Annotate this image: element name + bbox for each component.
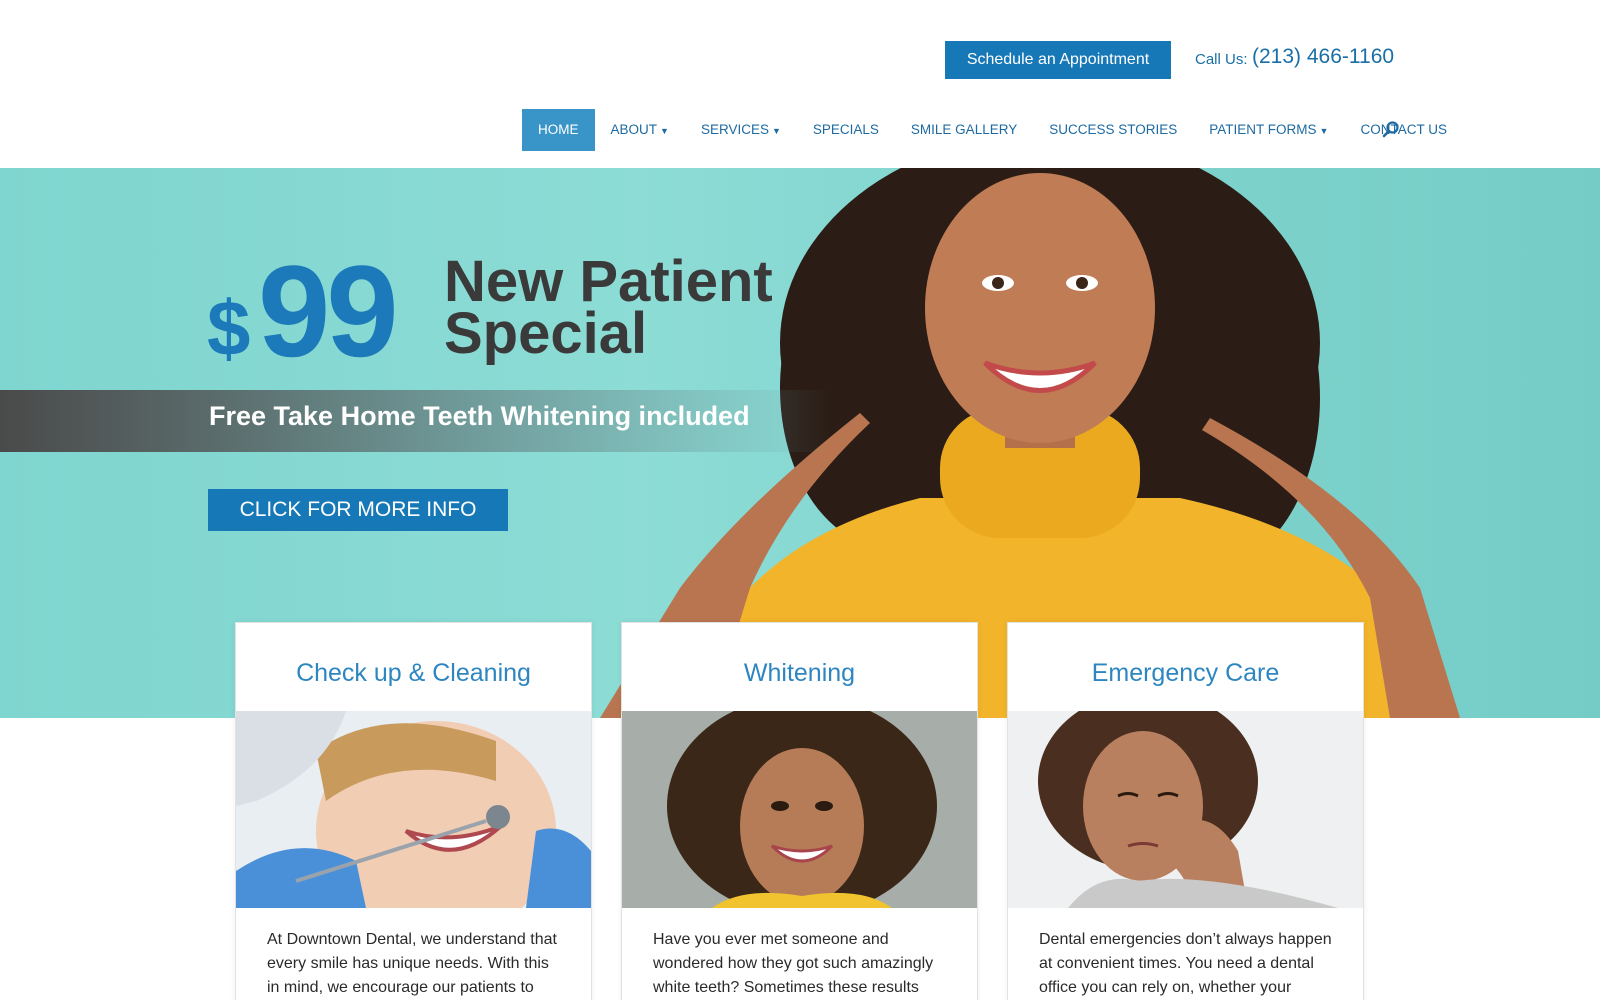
price-dollar-sign: $ — [207, 284, 251, 372]
card-text: Dental emergencies don’t always happen a… — [1039, 931, 1332, 996]
nav-item-about[interactable]: ABOUT ▼ — [595, 109, 685, 151]
promo-title: New Patient Special — [444, 253, 773, 366]
nav-item-label: HOME — [538, 122, 579, 137]
nav-item-patient-forms[interactable]: PATIENT FORMS ▼ — [1193, 109, 1344, 151]
nav-item-label: ABOUT — [610, 122, 658, 137]
nav-item-label: SPECIALS — [812, 122, 879, 137]
schedule-appointment-button[interactable]: Schedule an Appointment — [945, 41, 1171, 79]
caret-down-icon: ▼ — [660, 126, 669, 136]
card-title[interactable]: Emergency Care — [1008, 623, 1363, 711]
caret-down-icon: ▼ — [771, 126, 781, 136]
call-us-label: Call Us: — [1195, 51, 1248, 68]
nav-item-success-stories[interactable]: SUCCESS STORIES — [1033, 109, 1193, 151]
nav-item-services[interactable]: SERVICES ▼ — [685, 109, 797, 151]
checkup-photo — [236, 711, 591, 908]
service-card-checkup[interactable]: Check up & Cleaning At Downtown Dental, … — [235, 622, 592, 1000]
card-title[interactable]: Whitening — [622, 623, 977, 711]
nav-item-label: SERVICES — [700, 122, 769, 137]
search-icon[interactable] — [1382, 120, 1400, 138]
nav-item-specials[interactable]: SPECIALS — [797, 109, 895, 151]
card-title[interactable]: Check up & Cleaning — [236, 623, 591, 711]
nav-item-label: CONTACT US — [1360, 122, 1447, 137]
nav-item-label: PATIENT FORMS — [1209, 122, 1317, 137]
card-text: Have you ever met someone and wondered h… — [653, 931, 934, 996]
service-card-whitening[interactable]: Whitening Have you ever met someone and … — [621, 622, 978, 1000]
site-header: Schedule an Appointment Call Us: (213) 4… — [0, 0, 1600, 168]
promo-stripe-text: Free Take Home Teeth Whitening included — [209, 401, 750, 431]
card-text: At Downtown Dental, we understand that e… — [267, 931, 557, 996]
emergency-photo — [1008, 711, 1363, 908]
price-amount: 99 — [258, 238, 399, 384]
nav-item-label: SMILE GALLERY — [910, 122, 1018, 137]
whitening-photo — [622, 711, 977, 908]
nav-item-label: SUCCESS STORIES — [1049, 122, 1178, 137]
promo-title-line2: Special — [444, 301, 648, 366]
nav-item-contact-us[interactable]: CONTACT US — [1344, 109, 1463, 151]
service-card-emergency[interactable]: Emergency Care Dental emergencies don’t … — [1007, 622, 1364, 1000]
phone-number-link[interactable]: (213) 466-1160 — [1252, 45, 1394, 69]
nav-item-smile-gallery[interactable]: SMILE GALLERY — [895, 109, 1033, 151]
main-nav: HOME ABOUT ▼ SERVICES ▼ SPECIALS SMILE GAL… — [522, 109, 1463, 151]
caret-down-icon: ▼ — [1319, 126, 1329, 136]
nav-item-home[interactable]: HOME — [522, 109, 595, 151]
more-info-button[interactable]: CLICK FOR MORE INFO — [208, 489, 508, 531]
